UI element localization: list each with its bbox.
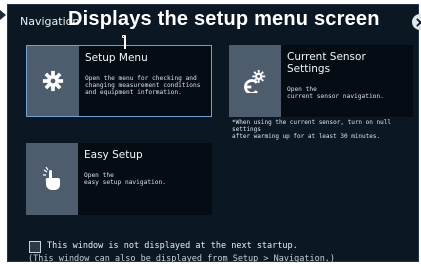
sensor-note: *When using the current sensor, turn on …: [232, 119, 391, 140]
easy-setup-card[interactable]: Easy Setup Open the easy setup navigatio…: [26, 143, 212, 215]
navigation-hint: (This window can also be displayed from …: [28, 254, 336, 264]
close-button[interactable]: [412, 14, 421, 30]
close-icon: [415, 17, 421, 27]
sensor-gear-icon: [244, 69, 266, 93]
setup-menu-icon-box: [27, 46, 79, 116]
left-pointer-arrow: [0, 10, 6, 20]
current-sensor-description: Open the current sensor navigation.: [287, 86, 384, 100]
current-sensor-title: Current Sensor Settings: [287, 51, 366, 75]
easy-setup-icon-box: [26, 143, 78, 215]
navigation-window: Navigation Setup Menu Open the menu for …: [7, 4, 421, 262]
dont-show-label: This window is not displayed at the next…: [47, 241, 298, 251]
easy-setup-text: Easy Setup Open the easy setup navigatio…: [78, 143, 212, 215]
setup-menu-card[interactable]: Setup Menu Open the menu for checking an…: [26, 45, 212, 117]
callout-leader-tip: [122, 35, 126, 38]
current-sensor-card[interactable]: Current Sensor Settings Open the current…: [229, 45, 413, 117]
current-sensor-text: Current Sensor Settings Open the current…: [281, 45, 413, 117]
dont-show-checkbox[interactable]: [29, 241, 41, 253]
setup-menu-text: Setup Menu Open the menu for checking an…: [79, 46, 211, 116]
setup-menu-description: Open the menu for checking and changing …: [85, 75, 201, 96]
setup-menu-title: Setup Menu: [85, 52, 148, 64]
current-sensor-icon-box: [229, 45, 281, 117]
easy-setup-description: Open the easy setup navigation.: [84, 172, 166, 186]
pointing-hand-icon: [43, 167, 60, 190]
gear-icon: [42, 70, 64, 92]
callout-annotation: Displays the setup menu screen: [68, 8, 380, 30]
easy-setup-title: Easy Setup: [84, 149, 143, 161]
